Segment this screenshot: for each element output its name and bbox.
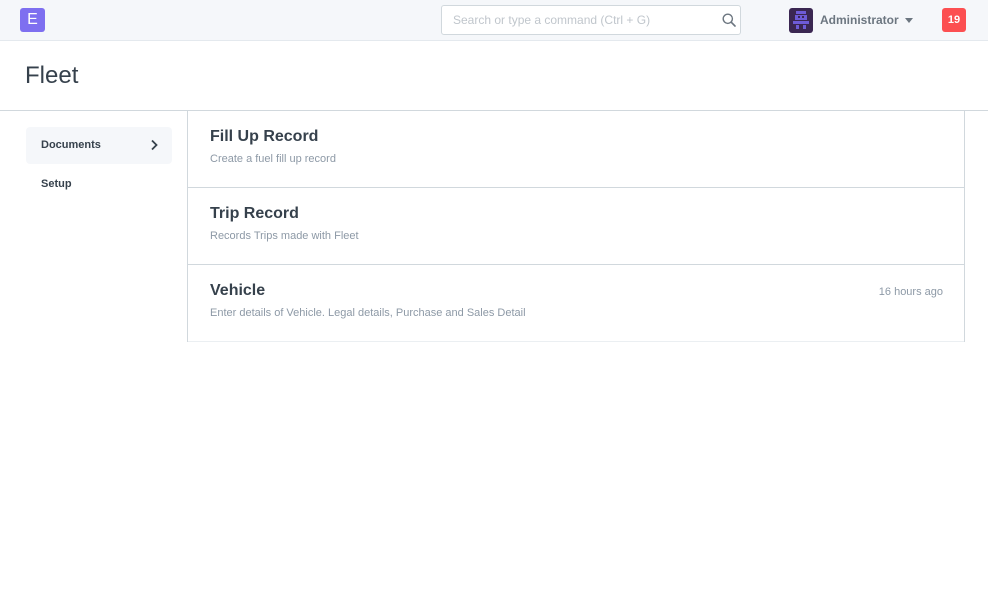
sidebar-item-label: Documents bbox=[41, 139, 101, 151]
robot-avatar-icon bbox=[789, 7, 813, 33]
app-logo[interactable]: E bbox=[20, 8, 45, 32]
item-description: Records Trips made with Fleet bbox=[210, 230, 359, 242]
sidebar-item-documents[interactable]: Documents bbox=[26, 127, 172, 164]
search-icon[interactable] bbox=[722, 13, 736, 27]
page-title: Fleet bbox=[25, 62, 79, 89]
user-menu[interactable]: Administrator bbox=[789, 7, 913, 33]
notifications-badge[interactable]: 19 bbox=[942, 8, 966, 32]
awesome-bar[interactable] bbox=[441, 5, 741, 35]
caret-down-icon bbox=[904, 17, 913, 23]
modified-timestamp: 16 hours ago bbox=[878, 286, 943, 298]
sidebar-item-setup[interactable]: Setup bbox=[26, 166, 172, 203]
list-item-fill-up-record[interactable]: Fill Up Record Create a fuel fill up rec… bbox=[188, 111, 964, 188]
user-name: Administrator bbox=[820, 13, 899, 27]
chevron-right-icon bbox=[151, 139, 158, 151]
sidebar-item-label: Setup bbox=[41, 178, 72, 190]
list-item-trip-record[interactable]: Trip Record Records Trips made with Flee… bbox=[188, 188, 964, 265]
page-head: Fleet bbox=[0, 41, 988, 111]
item-title[interactable]: Fill Up Record bbox=[210, 128, 318, 146]
item-description: Create a fuel fill up record bbox=[210, 153, 336, 165]
item-title[interactable]: Vehicle bbox=[210, 282, 265, 300]
top-navbar: E Administrator 19 bbox=[0, 0, 988, 41]
search-input[interactable] bbox=[442, 6, 712, 34]
item-title[interactable]: Trip Record bbox=[210, 205, 299, 223]
doctype-list: Fill Up Record Create a fuel fill up rec… bbox=[187, 111, 965, 342]
item-description: Enter details of Vehicle. Legal details,… bbox=[210, 307, 526, 319]
list-item-vehicle[interactable]: Vehicle Enter details of Vehicle. Legal … bbox=[188, 265, 964, 342]
